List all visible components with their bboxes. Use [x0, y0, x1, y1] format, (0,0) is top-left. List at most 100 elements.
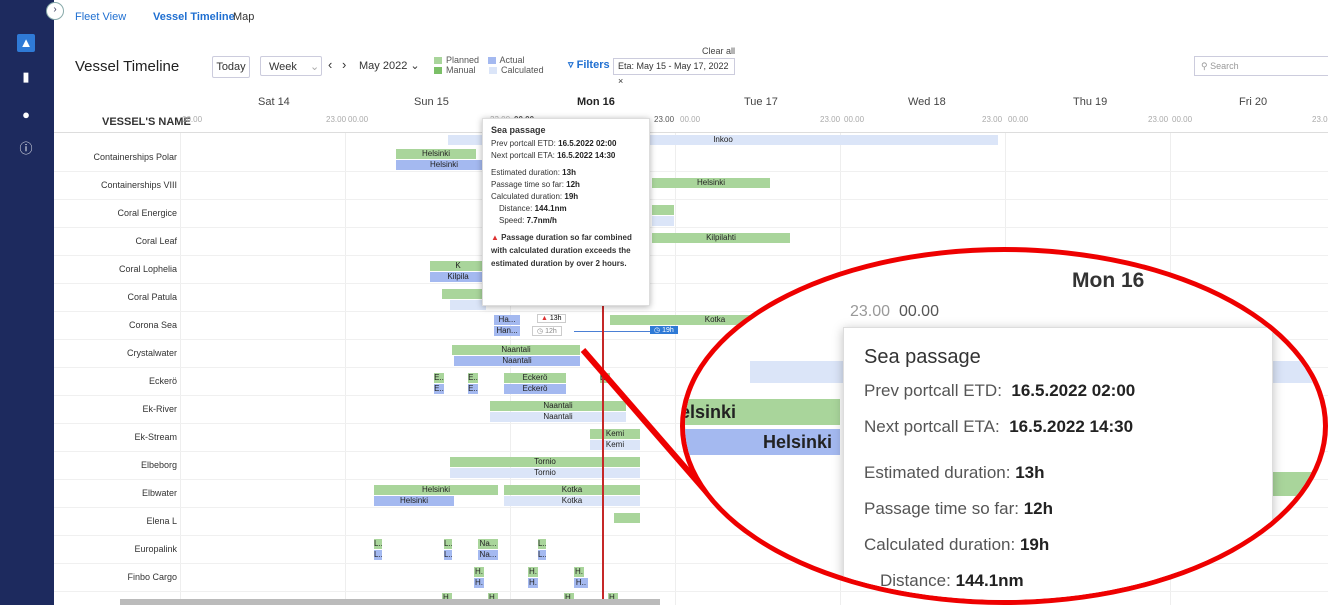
tooltip-value: 19h [1019, 535, 1050, 554]
filter-chip[interactable]: Eta: May 15 - May 17, 2022 × [613, 58, 735, 86]
planned-bar[interactable]: L.. [538, 539, 546, 549]
actual-bar[interactable]: H. [474, 578, 484, 588]
planned-bar[interactable] [652, 205, 674, 215]
actual-bar[interactable]: Naantali [454, 356, 580, 366]
tooltip-value: 16.5.2022 14:30 [557, 151, 616, 160]
calculated-bar[interactable] [652, 216, 674, 226]
planned-bar[interactable]: Na... [478, 539, 498, 549]
actual-bar[interactable]: L.. [538, 550, 546, 560]
table-row[interactable]: Containerships Polar Helsinki Helsinki [54, 143, 1328, 172]
calculated-bar[interactable]: Naantali [490, 412, 626, 422]
planned-bar[interactable]: H. [574, 567, 584, 577]
calculated-bar[interactable] [450, 300, 486, 310]
calculated-swatch [489, 67, 498, 75]
actual-bar[interactable]: E.. [468, 384, 478, 394]
table-row[interactable]: Containerships VIII Helsinki [54, 171, 1328, 200]
planned-bar[interactable]: Kotka [504, 485, 640, 495]
zoom-green-bar [1270, 542, 1323, 566]
warning-badge[interactable]: ▲ 13h [537, 314, 566, 323]
actual-bar[interactable]: Helsinki [396, 160, 492, 170]
actual-bar[interactable]: Ha... [494, 315, 520, 325]
legend: Planned Actual Manual Calculated [434, 55, 544, 75]
calculated-badge[interactable]: ◷ 19h [650, 326, 678, 334]
planned-bar[interactable]: H. [528, 567, 538, 577]
planned-bar[interactable]: E.. [468, 373, 478, 383]
vessel-name: Coral Patula [127, 292, 177, 302]
zoom-tooltip-title: Sea passage [864, 346, 981, 368]
calculated-bar[interactable]: Kemi [590, 440, 640, 450]
actual-bar[interactable]: L.. [444, 550, 452, 560]
collapse-sidebar-icon[interactable]: › [46, 2, 64, 20]
planned-bar[interactable]: Kemi [590, 429, 640, 439]
search-input[interactable]: ⚲ Search [1194, 56, 1328, 76]
tab-map[interactable]: Map [233, 11, 254, 23]
planned-bar[interactable]: Naantali [490, 401, 626, 411]
info-icon[interactable]: ⓘ [17, 140, 35, 158]
actual-bar[interactable]: Han... [494, 326, 520, 336]
tab-vessel-timeline[interactable]: Vessel Timeline [153, 11, 235, 23]
table-row[interactable]: Coral Energice [54, 199, 1328, 228]
planned-bar[interactable]: Helsinki [652, 178, 770, 188]
month-label: May 2022 [359, 60, 408, 72]
legend-manual: Manual [446, 65, 476, 75]
planned-bar[interactable]: L.. [444, 539, 452, 549]
tooltip-value: 19h [564, 192, 579, 201]
calculated-bar[interactable]: Kotka [504, 496, 640, 506]
zoom-time-label-right: 23.00 [1270, 303, 1311, 320]
calculated-bar[interactable]: Tornio [450, 468, 640, 478]
vessel-name: Corona Sea [128, 320, 177, 330]
tooltip-next-eta: Next portcall ETA: 16.5.2022 14:30 [491, 151, 641, 160]
vessel-name: Crystalwater [126, 348, 177, 358]
vessel-timeline-icon[interactable]: ▲ [17, 34, 35, 52]
prev-arrow-icon[interactable]: ‹ [328, 57, 332, 72]
day-headers: Sat 14 Sun 15 Mon 16 Tue 17 Wed 18 Thu 1… [180, 96, 1328, 108]
actual-bar[interactable]: Helsinki [374, 496, 454, 506]
today-button[interactable]: Today [212, 56, 250, 78]
planned-bar[interactable]: Naantali [452, 345, 580, 355]
vessel-name: Ek-Stream [134, 432, 177, 442]
tooltip-label: Passage time so far: [491, 180, 564, 189]
planned-bar[interactable]: L.. [374, 539, 382, 549]
planned-bar[interactable]: Helsinki [396, 149, 476, 159]
warning-icon: ▲ [541, 315, 548, 322]
tooltip-label: Prev portcall ETD: [491, 139, 556, 148]
planned-bar[interactable]: K [430, 261, 486, 271]
period-select[interactable]: Week ⌄ [260, 56, 322, 76]
zoom-sofar: Passage time so far: 12h [864, 499, 1252, 519]
actual-bar[interactable]: E.. [434, 384, 444, 394]
tab-fleet-view[interactable]: Fleet View [75, 11, 126, 23]
tooltip-warning-text: Passage duration so far combined with ca… [491, 233, 632, 268]
actual-bar[interactable]: H.. [574, 578, 588, 588]
planned-bar[interactable]: Kilpilahti [652, 233, 790, 243]
day-header: Wed 18 [908, 96, 946, 108]
planned-bar[interactable] [614, 513, 640, 523]
actual-bar[interactable]: H. [528, 578, 538, 588]
tooltip-estimated: Estimated duration: 13h [491, 168, 641, 177]
next-arrow-icon[interactable]: › [342, 57, 346, 72]
planned-bar[interactable]: H. [474, 567, 484, 577]
zoom-day-header: Mon 16 [1072, 269, 1145, 292]
planned-bar[interactable]: Eckerö [504, 373, 566, 383]
warning-icon: ▲ [491, 233, 499, 242]
zoom-time: 00.00 [898, 303, 939, 320]
map-icon[interactable]: ▮ [17, 68, 35, 86]
users-icon[interactable]: ● [17, 106, 35, 124]
vessel-name: Elbwater [141, 488, 177, 498]
horizontal-scrollbar[interactable] [120, 599, 660, 605]
actual-bar[interactable]: L.. [374, 550, 382, 560]
planned-bar[interactable]: E.. [434, 373, 444, 383]
vessel-name: Elbeborg [140, 460, 177, 470]
vessel-name-header: VESSEL'S NAME [102, 116, 191, 128]
planned-bar[interactable]: Tornio [450, 457, 640, 467]
planned-bar[interactable] [442, 289, 486, 299]
actual-bar[interactable]: Eckerö [504, 384, 566, 394]
sofar-badge[interactable]: ◷ 12h [532, 326, 562, 336]
clear-all-link[interactable]: Clear all [702, 46, 735, 56]
filters-label: Filters [576, 59, 610, 71]
month-picker[interactable]: May 2022 ⌄ [359, 59, 420, 72]
planned-bar[interactable]: Helsinki [374, 485, 498, 495]
actual-bar[interactable]: Kilpila [430, 272, 486, 282]
chevron-down-icon: ⌄ [410, 60, 420, 72]
actual-bar[interactable]: Na... [478, 550, 498, 560]
filters-button[interactable]: ▿ Filters [568, 58, 610, 71]
